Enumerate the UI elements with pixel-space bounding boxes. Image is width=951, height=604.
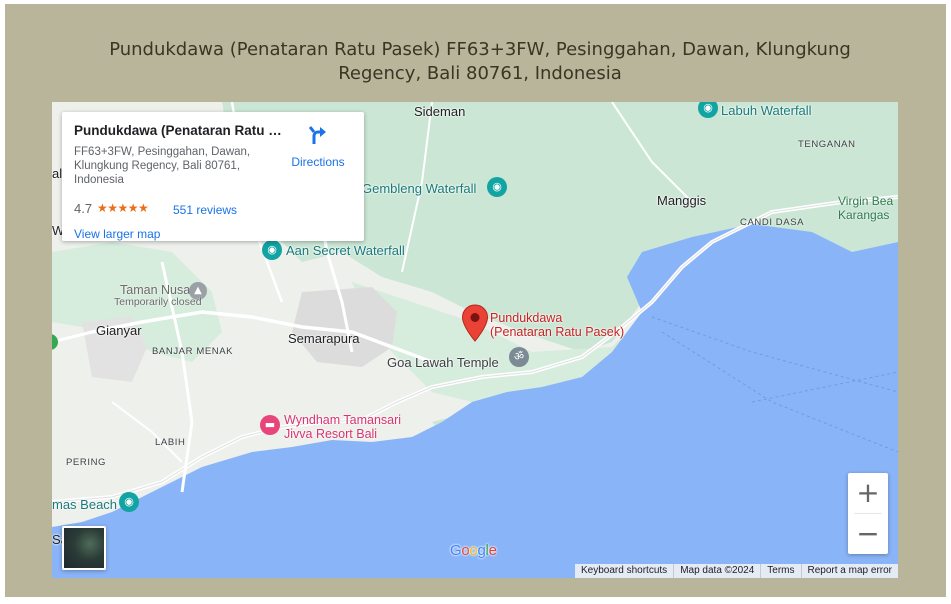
label-semarapura: Semarapura bbox=[288, 331, 360, 346]
label-edge-al: al bbox=[52, 166, 63, 181]
label-taman-nusa[interactable]: Taman Nusa bbox=[120, 283, 190, 297]
temple-icon[interactable]: ॐ bbox=[509, 347, 529, 367]
label-aan-secret-waterfall[interactable]: Aan Secret Waterfall bbox=[286, 243, 405, 258]
directions-label: Directions bbox=[291, 155, 345, 169]
terms-link[interactable]: Terms bbox=[760, 564, 800, 578]
label-sideman: Sideman bbox=[414, 104, 466, 119]
label-temporarily-closed: Temporarily closed bbox=[114, 296, 202, 308]
directions-button[interactable]: Directions bbox=[290, 124, 346, 169]
label-goa-lawah-temple[interactable]: Goa Lawah Temple bbox=[387, 355, 499, 370]
map-data-text: Map data ©2024 bbox=[673, 564, 760, 578]
label-gianyar: Gianyar bbox=[96, 323, 142, 338]
label-labuh-waterfall[interactable]: Labuh Waterfall bbox=[721, 103, 812, 118]
location-pin-icon[interactable] bbox=[461, 304, 489, 342]
rating-value: 4.7 bbox=[74, 201, 93, 216]
zoom-out-button[interactable]: − bbox=[848, 514, 888, 554]
directions-icon bbox=[308, 126, 326, 144]
beach-icon[interactable]: ◉ bbox=[119, 492, 139, 512]
google-logo: Google bbox=[450, 542, 497, 559]
label-virgin-beach[interactable]: Virgin Bea bbox=[838, 194, 893, 208]
view-larger-map-link[interactable]: View larger map bbox=[74, 227, 160, 241]
label-labih: LABIH bbox=[155, 437, 186, 448]
label-banjar-menak: BANJAR MENAK bbox=[152, 346, 234, 357]
zoom-in-button[interactable]: + bbox=[848, 473, 888, 513]
label-manggis: Manggis bbox=[657, 193, 707, 208]
place-address: FF63+3FW, Pesinggahan, Dawan, Klungkung … bbox=[74, 146, 251, 186]
label-pin-subtitle[interactable]: (Penataran Ratu Pasek) bbox=[490, 325, 624, 339]
rating-stars: ★★★★★ bbox=[97, 201, 149, 215]
label-pering: PERING bbox=[66, 457, 107, 468]
google-logo-letter: e bbox=[488, 542, 497, 559]
label-jivva-resort[interactable]: Jivva Resort Bali bbox=[284, 427, 377, 441]
google-logo-letter: G bbox=[450, 542, 462, 559]
label-pin-name[interactable]: Pundukdawa bbox=[490, 311, 562, 325]
waterfall-icon[interactable]: ◉ bbox=[487, 177, 507, 197]
reviews-link[interactable]: 551 reviews bbox=[173, 203, 237, 217]
label-karangasem[interactable]: Karangas bbox=[838, 208, 889, 222]
label-wyndham[interactable]: Wyndham Tamansari bbox=[284, 413, 401, 427]
label-tenganan: TENGANAN bbox=[798, 139, 856, 150]
map-canvas[interactable]: Sideman ◉ Labuh Waterfall TENGANAN Gembl… bbox=[52, 102, 898, 578]
google-logo-letter: g bbox=[477, 542, 486, 559]
place-title: Pundukdawa (Penataran Ratu Pasek) bbox=[74, 123, 284, 138]
zoom-controls: + − bbox=[848, 473, 888, 554]
label-gembleng-waterfall[interactable]: Gembleng Waterfall bbox=[362, 181, 476, 196]
place-info-card: Pundukdawa (Penataran Ratu Pasek) FF63+3… bbox=[62, 112, 364, 241]
attribution-bar: Keyboard shortcuts Map data ©2024 Terms … bbox=[575, 564, 898, 578]
address-title: Pundukdawa (Penataran Ratu Pasek) FF63+3… bbox=[109, 39, 851, 84]
report-error-link[interactable]: Report a map error bbox=[800, 564, 898, 578]
satellite-layer-toggle[interactable] bbox=[62, 526, 106, 570]
waterfall-icon[interactable]: ◉ bbox=[262, 240, 282, 260]
label-candi-dasa: CANDI DASA bbox=[740, 217, 805, 228]
label-beach[interactable]: mas Beach bbox=[52, 497, 117, 512]
keyboard-shortcuts-link[interactable]: Keyboard shortcuts bbox=[575, 564, 673, 578]
hotel-icon[interactable]: ▬ bbox=[260, 415, 280, 435]
